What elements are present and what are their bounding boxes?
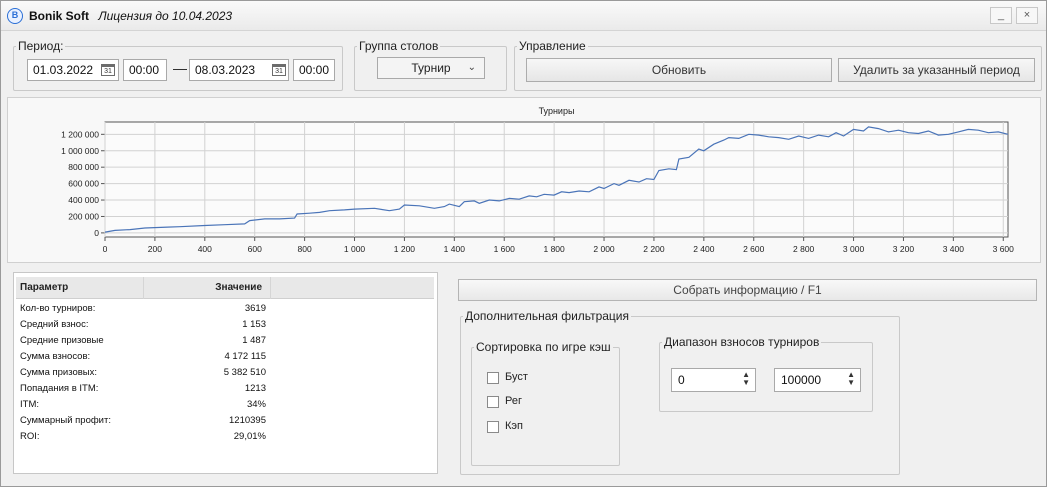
table-row: Сумма призовых: 5 382 510 <box>20 365 272 381</box>
x-tick-label: 3 600 <box>993 244 1015 254</box>
x-tick-label: 1 800 <box>543 244 565 254</box>
calendar-icon[interactable]: 31 <box>272 64 286 76</box>
period-separator: — <box>173 60 187 76</box>
x-tick-label: 400 <box>198 244 212 254</box>
reg-checkbox[interactable] <box>487 396 499 408</box>
title-bar[interactable]: B Bonik Soft Лицензия до 10.04.2023 _ × <box>1 1 1046 31</box>
param-value: 4 172 115 <box>224 351 266 362</box>
table-row: Средний взнос: 1 153 <box>20 317 272 333</box>
stepper-arrows-icon[interactable]: ▲ ▼ <box>742 371 750 387</box>
main-window: B Bonik Soft Лицензия до 10.04.2023 _ × … <box>0 0 1047 487</box>
x-tick-label: 2 200 <box>643 244 665 254</box>
x-tick-label: 2 000 <box>593 244 615 254</box>
param-value: 1 153 <box>242 319 266 330</box>
boost-checkbox[interactable] <box>487 372 499 384</box>
table-row: Средние призовые 1 487 <box>20 333 272 349</box>
param-name: ROI: <box>20 431 40 442</box>
param-value: 34% <box>246 399 266 410</box>
x-tick-label: 1 000 <box>344 244 366 254</box>
window-title: Bonik Soft Лицензия до 10.04.2023 <box>29 9 232 23</box>
x-tick-label: 2 600 <box>743 244 765 254</box>
table-row: ROI: 29,01% <box>20 429 272 445</box>
buyin-max-stepper[interactable]: 100000 ▲ ▼ <box>774 368 861 392</box>
table-row: Кол-во турниров: 3619 <box>20 301 272 317</box>
param-name: Попадания в ITM: <box>20 383 99 394</box>
table-row: Суммарный профит: 1210395 <box>20 413 272 429</box>
sort-cash-label: Сортировка по игре кэш <box>476 340 611 354</box>
chart-title: Турниры <box>539 106 575 116</box>
y-tick-label: 800 000 <box>68 162 99 172</box>
table-row: ITM: 34% <box>20 397 272 413</box>
stats-table: Параметр Значение Кол-во турниров: 3619 Ср… <box>13 272 438 474</box>
param-value: 29,01% <box>233 431 266 442</box>
refresh-button[interactable]: Обновить <box>526 58 832 82</box>
param-name: Сумма призовых: <box>20 367 98 378</box>
param-value: 1 487 <box>242 335 266 346</box>
app-logo-icon: B <box>7 7 23 24</box>
param-name: Сумма взносов: <box>20 351 91 362</box>
y-tick-label: 0 <box>94 228 99 238</box>
param-value: 1213 <box>244 383 266 394</box>
param-value: 1210395 <box>229 415 266 426</box>
buyin-range-label: Диапазон взносов турниров <box>664 335 820 349</box>
x-tick-label: 1 400 <box>444 244 466 254</box>
delete-period-button[interactable]: Удалить за указанный период <box>838 58 1035 82</box>
y-tick-label: 600 000 <box>68 179 99 189</box>
x-tick-label: 1 200 <box>394 244 416 254</box>
y-tick-label: 200 000 <box>68 211 99 221</box>
param-name: Средний взнос: <box>20 319 89 330</box>
calendar-icon[interactable]: 31 <box>101 64 115 76</box>
table-row: Сумма взносов: 4 172 115 <box>20 349 272 365</box>
x-tick-label: 1 600 <box>494 244 516 254</box>
param-name: ITM: <box>20 399 39 410</box>
boost-label[interactable]: Буст <box>505 371 528 383</box>
y-tick-label: 400 000 <box>68 195 99 205</box>
param-name: Кол-во турниров: <box>20 303 96 314</box>
buyin-max-value: 100000 <box>781 373 822 387</box>
table-group-select[interactable]: Турнир ⌄ <box>377 57 485 79</box>
table-group-label: Группа столов <box>359 39 439 53</box>
cap-checkbox[interactable] <box>487 421 499 433</box>
x-tick-label: 0 <box>103 244 108 254</box>
param-name: Средние призовые <box>20 335 104 346</box>
control-label: Управление <box>519 39 586 53</box>
param-name: Суммарный профит: <box>20 415 111 426</box>
y-tick-label: 1 000 000 <box>61 146 99 156</box>
x-tick-label: 200 <box>148 244 162 254</box>
x-tick-label: 600 <box>248 244 262 254</box>
x-tick-label: 2 400 <box>693 244 715 254</box>
close-button[interactable]: × <box>1016 7 1038 24</box>
buyin-min-value: 0 <box>678 373 685 387</box>
x-tick-label: 3 200 <box>893 244 915 254</box>
plot-area <box>104 121 1009 238</box>
x-tick-label: 2 800 <box>793 244 815 254</box>
collect-info-button[interactable]: Собрать информацию / F1 <box>458 279 1037 301</box>
chevron-down-icon: ⌄ <box>467 62 476 73</box>
start-time-field[interactable]: 00:00 <box>123 59 167 81</box>
extra-filter-label: Дополнительная фильтрация <box>465 309 630 323</box>
x-tick-label: 800 <box>298 244 312 254</box>
tournaments-chart: Турниры 0 200 000 400 000 600 000 800 000 1 00… <box>61 106 1015 254</box>
cap-label[interactable]: Кэп <box>505 420 523 432</box>
reg-label[interactable]: Рег <box>505 395 522 407</box>
param-value: 5 382 510 <box>223 367 266 378</box>
license-text: Лицензия до 10.04.2023 <box>98 8 233 23</box>
period-label: Период: <box>18 39 64 53</box>
y-tick-label: 1 200 000 <box>61 129 99 139</box>
param-value: 3619 <box>244 303 266 314</box>
table-header: Параметр Значение <box>16 277 434 299</box>
stepper-arrows-icon[interactable]: ▲ ▼ <box>847 371 855 387</box>
minimize-button[interactable]: _ <box>990 7 1012 24</box>
app-name: Bonik Soft <box>29 8 89 23</box>
column-header-param[interactable]: Параметр <box>20 277 144 299</box>
x-tick-label: 3 400 <box>943 244 965 254</box>
buyin-min-stepper[interactable]: 0 ▲ ▼ <box>671 368 756 392</box>
x-tick-label: 3 000 <box>843 244 865 254</box>
table-group-value: Турнир <box>411 61 451 75</box>
chart-panel: Турниры 0 200 000 400 000 600 000 800 000 1 00… <box>7 97 1041 263</box>
end-time-field[interactable]: 00:00 <box>293 59 335 81</box>
column-header-value[interactable]: Значение <box>144 277 271 299</box>
table-row: Попадания в ITM: 1213 <box>20 381 272 397</box>
